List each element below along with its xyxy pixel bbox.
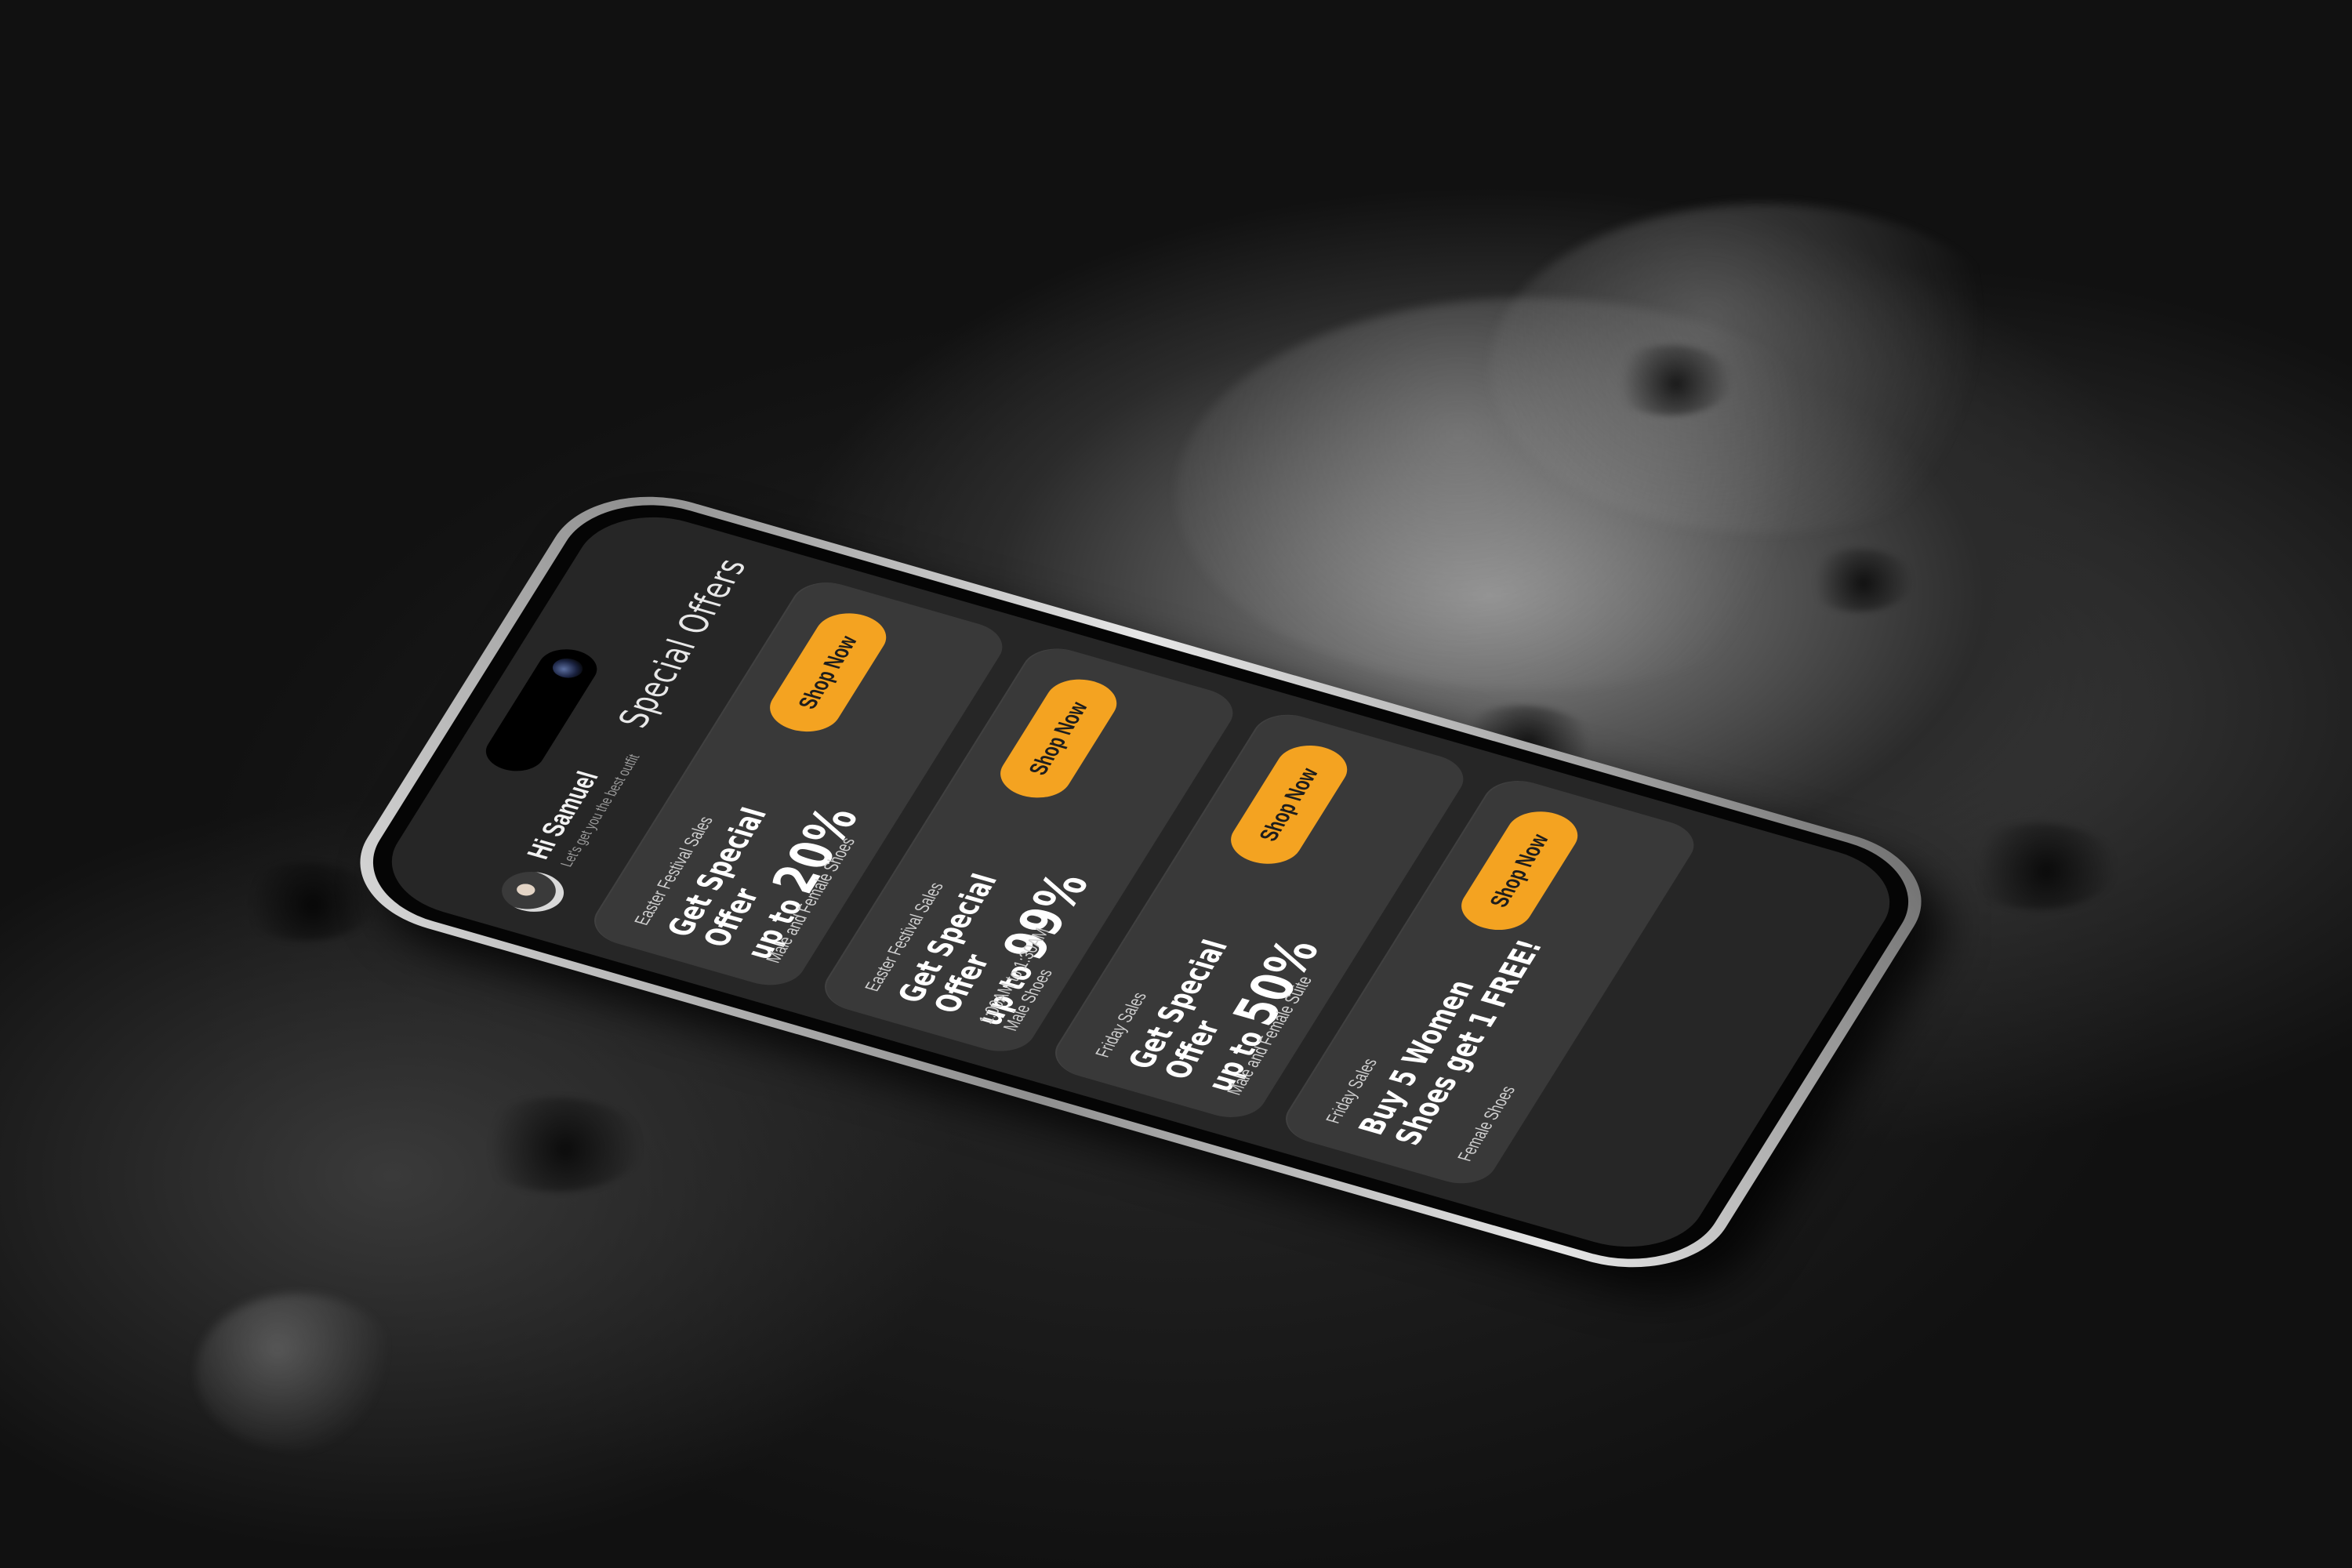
shop-now-button[interactable]: Shop Now bbox=[1220, 738, 1358, 872]
shop-now-button[interactable]: Shop Now bbox=[759, 605, 897, 739]
offer-detail: Female Shoes bbox=[1453, 1083, 1520, 1163]
shop-now-button[interactable]: Shop Now bbox=[1450, 804, 1588, 938]
rock-crater bbox=[1607, 345, 1733, 416]
front-camera-icon bbox=[548, 655, 587, 681]
rock-crater bbox=[1803, 549, 1913, 612]
rock-crater bbox=[1960, 823, 2117, 909]
rock-crater bbox=[470, 1098, 643, 1192]
user-avatar[interactable] bbox=[492, 865, 573, 919]
rock-highlight bbox=[196, 1294, 400, 1450]
offer-headline: Buy 5 Women Shoes get 1 FREE! bbox=[1351, 910, 1559, 1149]
shop-now-button[interactable]: Shop Now bbox=[989, 672, 1127, 805]
rock-highlight bbox=[1490, 204, 2038, 533]
